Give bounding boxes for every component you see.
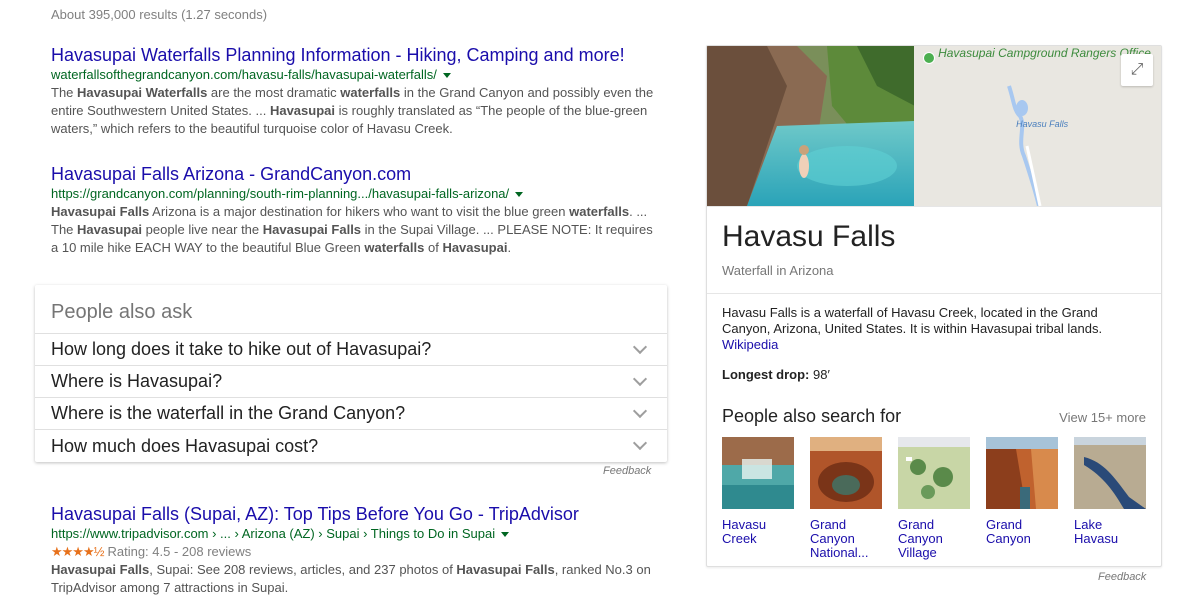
snippet-keyword: Havasupai	[269, 103, 335, 118]
knowledge-panel: Havasupai Campground Rangers Office Hava…	[706, 45, 1162, 567]
snippet-text: , Supai: See 208 reviews, articles, and …	[149, 562, 457, 577]
snippet-text: are the most dramatic	[207, 85, 341, 100]
rating-stars-icon: ★★★★½	[51, 544, 104, 559]
snippet-keyword: Havasupai Falls	[51, 204, 150, 219]
result-title-link[interactable]: Havasupai Waterfalls Planning Informatio…	[51, 44, 661, 66]
pas-item-havasu-creek[interactable]: Havasu Creek	[722, 437, 794, 560]
snippet-keyword: Havasupai Falls	[51, 562, 150, 577]
pas-item-label: Havasu Creek	[722, 517, 767, 546]
snippet-keyword: Havasupai Falls	[262, 222, 362, 237]
caret-down-icon[interactable]	[442, 73, 451, 79]
snippet-keyword: Havasupai Falls	[456, 562, 555, 577]
pas-item-grand-canyon-national[interactable]: Grand Canyon National...	[810, 437, 882, 560]
caret-down-icon[interactable]	[515, 192, 524, 198]
paa-question-text: Where is the waterfall in the Grand Cany…	[51, 403, 406, 423]
map-place-label: Havasupai Campground Rangers Office	[938, 46, 1151, 60]
paa-feedback-link[interactable]: Feedback	[603, 465, 651, 477]
wikipedia-link[interactable]: Wikipedia	[722, 337, 778, 352]
grand-canyon-national-thumbnail	[810, 437, 882, 509]
pas-item-label: Grand Canyon Village	[898, 517, 943, 560]
expand-icon: ⤢	[1130, 61, 1144, 78]
result-url-text: https://grandcanyon.com/planning/south-r…	[51, 186, 510, 201]
pas-item-grand-canyon-village[interactable]: Grand Canyon Village	[898, 437, 970, 560]
snippet-keyword: waterfalls	[364, 240, 425, 255]
result-url: https://www.tripadvisor.com › ... › Ariz…	[51, 525, 661, 543]
result-title-link[interactable]: Havasupai Falls (Supai, AZ): Top Tips Be…	[51, 503, 661, 525]
paa-heading: People also ask	[35, 285, 667, 334]
waterfall-photo-image	[707, 46, 915, 206]
result-snippet: Havasupai Falls, Supai: See 208 reviews,…	[51, 561, 661, 597]
snippet-text: people live near the	[142, 222, 263, 237]
result-title-link[interactable]: Havasupai Falls Arizona - GrandCanyon.co…	[51, 163, 661, 185]
map-water-label: Havasu Falls	[1016, 119, 1069, 129]
chevron-down-icon	[632, 371, 648, 386]
paa-question-text: How long does it take to hike out of Hav…	[51, 339, 432, 359]
kp-feedback-link[interactable]: Feedback	[1098, 571, 1146, 583]
snippet-text: Arizona is a major destination for hiker…	[149, 204, 570, 219]
result-url-text: waterfallsofthegrandcanyon.com/havasu-fa…	[51, 67, 437, 82]
kp-title: Havasu Falls	[722, 220, 896, 253]
paa-question[interactable]: Where is the waterfall in the Grand Cany…	[35, 398, 667, 430]
snippet-text: of	[424, 240, 443, 255]
result-url-text: https://www.tripadvisor.com › ... › Ariz…	[51, 526, 496, 541]
search-result: Havasupai Falls (Supai, AZ): Top Tips Be…	[51, 503, 661, 597]
snippet-keyword: Havasupai	[77, 222, 143, 237]
kp-fact-longest-drop: Longest drop: 98′	[707, 353, 1161, 382]
kp-description-text: Havasu Falls is a waterfall of Havasu Cr…	[722, 305, 1103, 336]
kp-media: Havasupai Campground Rangers Office Hava…	[707, 46, 1161, 206]
snippet-keyword: waterfalls	[569, 204, 630, 219]
paa-question-text: How much does Havasupai cost?	[51, 435, 319, 456]
search-result: Havasupai Waterfalls Planning Informatio…	[51, 44, 661, 138]
campground-pin-icon	[923, 52, 936, 64]
chevron-down-icon	[632, 403, 648, 418]
kp-photo[interactable]	[707, 46, 915, 206]
people-also-search-grid: Havasu Creek Grand Canyon National... Gr…	[707, 427, 1161, 560]
result-snippet: Havasupai Falls Arizona is a major desti…	[51, 203, 661, 257]
kp-header: Havasu Falls Waterfall in Arizona	[707, 206, 1161, 294]
people-also-ask: People also ask How long does it take to…	[35, 285, 667, 462]
pas-item-label: Grand Canyon	[986, 517, 1031, 546]
kp-map[interactable]: Havasupai Campground Rangers Office Hava…	[914, 46, 1161, 206]
lake-havasu-thumbnail	[1074, 437, 1146, 509]
snippet-keyword: Havasupai	[442, 240, 508, 255]
pas-item-label: Grand Canyon National...	[810, 517, 869, 560]
result-rating: ★★★★½ Rating: 4.5 - 208 reviews	[51, 543, 661, 561]
pas-item-lake-havasu[interactable]: Lake Havasu	[1074, 437, 1146, 560]
result-url: https://grandcanyon.com/planning/south-r…	[51, 185, 661, 203]
paa-question-text: Where is Havasupai?	[51, 371, 223, 391]
grand-canyon-village-thumbnail	[898, 437, 970, 509]
kp-subtitle: Waterfall in Arizona	[722, 263, 834, 278]
fact-value: 98′	[809, 367, 830, 382]
havasu-creek-thumbnail	[722, 437, 794, 509]
fact-label: Longest drop:	[722, 367, 810, 382]
paa-question[interactable]: Where is Havasupai?	[35, 366, 667, 398]
snippet-text: .	[507, 240, 512, 255]
kp-description: Havasu Falls is a waterfall of Havasu Cr…	[707, 294, 1161, 353]
chevron-down-icon	[632, 339, 648, 354]
people-also-search-header: People also search for View 15+ more	[707, 382, 1161, 427]
snippet-keyword: Havasupai Waterfalls	[77, 85, 208, 100]
result-url: waterfallsofthegrandcanyon.com/havasu-fa…	[51, 66, 661, 84]
result-stats: About 395,000 results (1.27 seconds)	[51, 7, 268, 22]
pas-title: People also search for	[722, 406, 902, 426]
paa-question[interactable]: How much does Havasupai cost?	[35, 430, 667, 462]
pas-item-label: Lake Havasu	[1074, 517, 1119, 546]
chevron-down-icon	[632, 435, 648, 451]
search-result: Havasupai Falls Arizona - GrandCanyon.co…	[51, 163, 661, 257]
pas-item-grand-canyon[interactable]: Grand Canyon	[986, 437, 1058, 560]
paa-question[interactable]: How long does it take to hike out of Hav…	[35, 334, 667, 366]
grand-canyon-thumbnail	[986, 437, 1058, 509]
result-snippet: The Havasupai Waterfalls are the most dr…	[51, 84, 661, 138]
snippet-keyword: waterfalls	[340, 85, 401, 100]
expand-map-button[interactable]: ⤢	[1121, 54, 1153, 86]
snippet-text: The	[51, 85, 78, 100]
rating-text: Rating: 4.5 - 208 reviews	[107, 544, 252, 559]
caret-down-icon[interactable]	[501, 532, 510, 538]
view-more-link[interactable]: View 15+ more	[1059, 410, 1146, 425]
